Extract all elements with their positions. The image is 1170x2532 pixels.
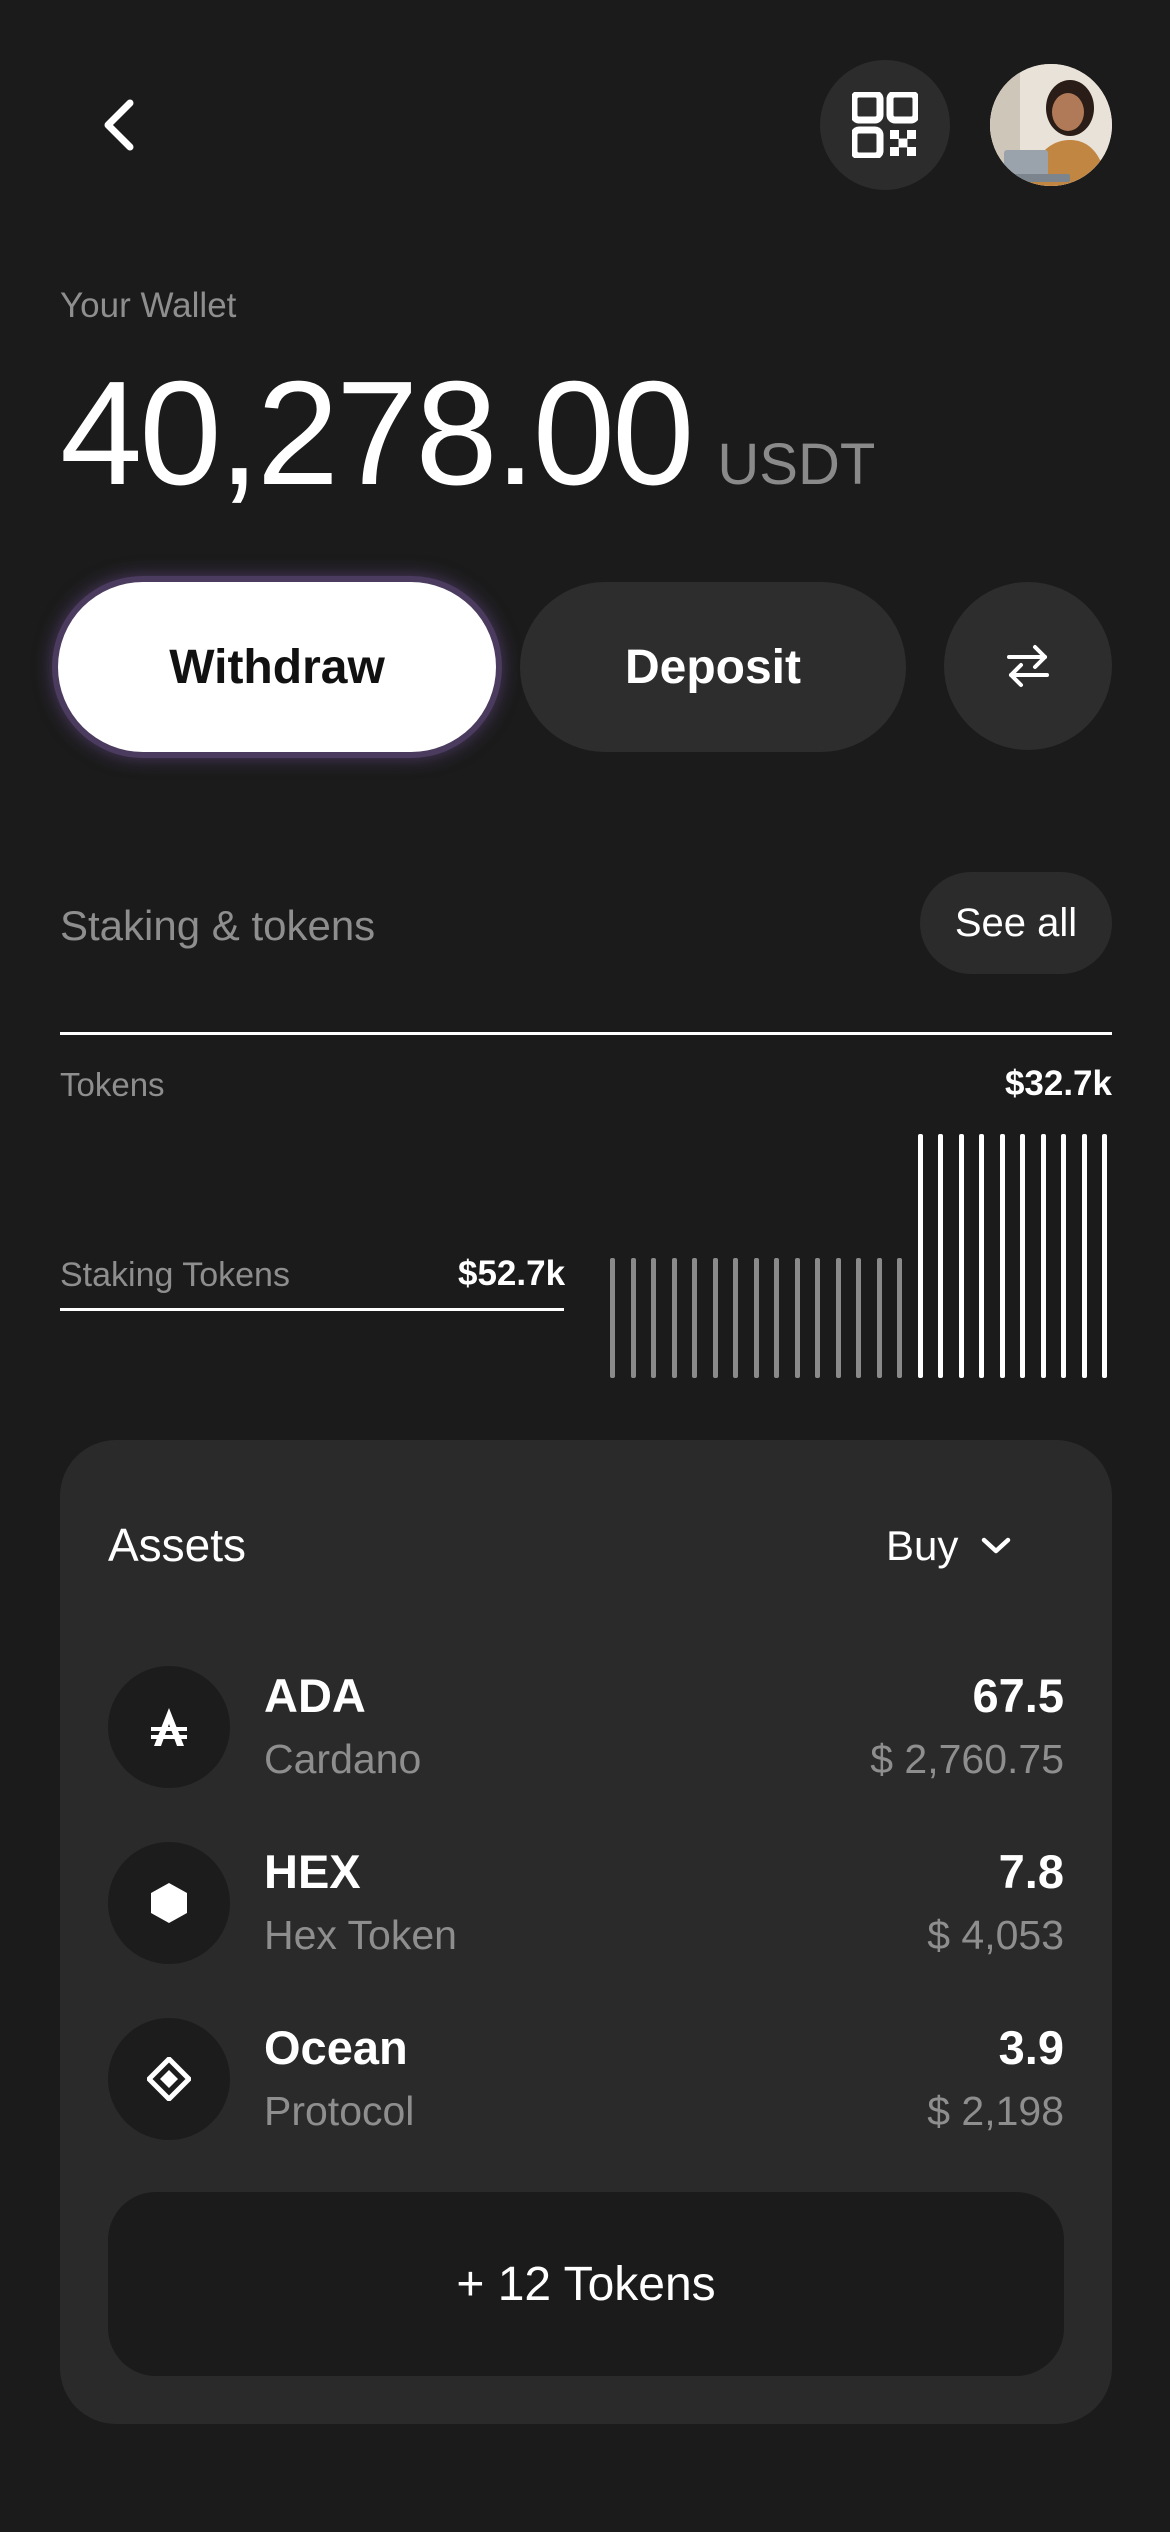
token-bar	[917, 1134, 923, 1378]
asset-amount: 3.9	[998, 2021, 1064, 2074]
token-bar	[958, 1134, 964, 1378]
token-bar	[1040, 1134, 1046, 1378]
hexagon-icon	[108, 1842, 230, 1964]
buy-dropdown-label: Buy	[886, 1522, 959, 1569]
asset-name: Hex Token	[264, 1912, 457, 1958]
asset-symbol: ADA	[264, 1669, 366, 1722]
asset-amount: 7.8	[998, 1845, 1064, 1898]
chevron-left-icon	[104, 99, 134, 151]
asset-symbol: HEX	[264, 1845, 361, 1898]
buy-dropdown[interactable]: Buy	[886, 1514, 1046, 1578]
asset-symbol: Ocean	[264, 2021, 408, 2074]
staking-bar	[610, 1258, 615, 1378]
staking-tokens-value: $52.7k	[458, 1254, 566, 1293]
staking-bar	[630, 1258, 636, 1378]
staking-bar	[835, 1258, 841, 1378]
wallet-balance: 40,278.00 USDT	[60, 360, 875, 508]
staking-bar	[897, 1258, 902, 1378]
staking-bar	[856, 1258, 861, 1378]
tokens-divider	[60, 1032, 1112, 1035]
ada-icon	[108, 1666, 230, 1788]
asset-row-hex[interactable]: HEX Hex Token 7.8 $ 4,053	[108, 1842, 1064, 1966]
token-bar	[1061, 1134, 1066, 1378]
staking-bar	[815, 1258, 820, 1378]
token-bar	[1020, 1134, 1025, 1378]
asset-usd-value: $ 2,760.75	[870, 1736, 1064, 1782]
token-bars	[610, 1134, 1120, 1378]
staking-tokens-label: Staking Tokens	[60, 1256, 290, 1294]
section-title: Staking & tokens	[60, 902, 376, 949]
see-all-button[interactable]: See all	[920, 872, 1112, 974]
staking-bar	[692, 1258, 697, 1378]
staking-bar	[671, 1258, 677, 1378]
balance-currency: USDT	[717, 432, 876, 497]
staking-bar	[774, 1258, 779, 1378]
withdraw-button[interactable]: Withdraw	[58, 582, 496, 752]
token-bar	[979, 1134, 984, 1378]
staking-bar	[794, 1258, 800, 1378]
asset-name: Protocol	[264, 2088, 415, 2134]
staking-bar	[733, 1258, 738, 1378]
tokens-label: Tokens	[60, 1066, 165, 1103]
token-bar	[1081, 1134, 1087, 1378]
wallet-label: Your Wallet	[60, 286, 237, 325]
user-avatar-image	[990, 64, 1112, 186]
qr-code-icon	[852, 92, 918, 158]
asset-amount: 67.5	[972, 1669, 1064, 1722]
more-tokens-button[interactable]: + 12 Tokens	[108, 2192, 1064, 2376]
balance-amount: 40,278.00	[60, 351, 694, 516]
assets-card: Assets Buy ADA Cardano 67.5 $ 2,760.75 H…	[60, 1440, 1112, 2424]
deposit-button[interactable]: Deposit	[520, 582, 906, 752]
token-bar	[1102, 1134, 1107, 1378]
asset-row-ada[interactable]: ADA Cardano 67.5 $ 2,760.75	[108, 1666, 1064, 1790]
assets-title: Assets	[108, 1519, 247, 1571]
staking-bar	[712, 1258, 718, 1378]
token-bar	[999, 1134, 1005, 1378]
qr-code-button[interactable]	[820, 60, 950, 190]
token-bar	[938, 1134, 943, 1378]
chevron-down-icon	[980, 1536, 1012, 1556]
avatar[interactable]	[990, 64, 1112, 186]
diamond-icon	[108, 2018, 230, 2140]
asset-usd-value: $ 4,053	[927, 1912, 1064, 1958]
staking-divider	[60, 1308, 564, 1311]
back-button[interactable]	[80, 80, 160, 170]
tokens-value: $32.7k	[1004, 1064, 1112, 1103]
staking-bar	[753, 1258, 759, 1378]
asset-usd-value: $ 2,198	[927, 2088, 1064, 2134]
swap-arrows-icon	[1007, 645, 1049, 687]
staking-bar	[876, 1258, 882, 1378]
asset-row-ocean[interactable]: Ocean Protocol 3.9 $ 2,198	[108, 2018, 1064, 2142]
swap-button[interactable]	[944, 582, 1112, 750]
staking-bar	[651, 1258, 656, 1378]
asset-name: Cardano	[264, 1736, 422, 1782]
